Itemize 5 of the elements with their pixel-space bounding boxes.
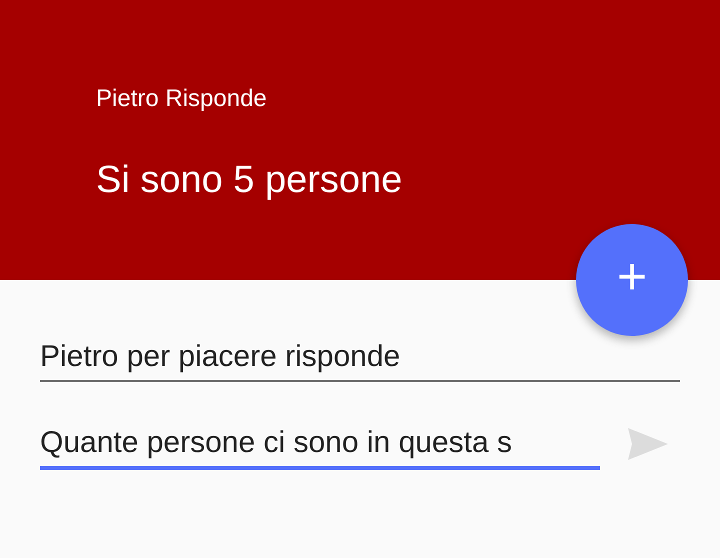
header-title: Si sono 5 persone (96, 158, 404, 202)
send-icon (626, 426, 670, 462)
text-field[interactable]: Pietro per piacere risponde (40, 336, 680, 382)
text-field[interactable]: Quante persone ci sono in questa s (40, 422, 600, 470)
header-subtitle: Pietro Risponde (96, 84, 268, 114)
